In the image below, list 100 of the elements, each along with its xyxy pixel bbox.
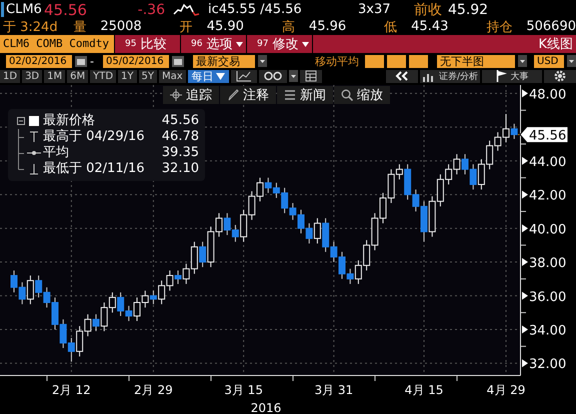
chart-tool-button[interactable]: 缩放: [334, 86, 390, 104]
y-axis-label: 36.00: [522, 290, 566, 305]
date-separator: -: [90, 54, 94, 68]
line-chart-icon: [236, 70, 252, 82]
y-axis-label: 34.00: [522, 323, 566, 338]
pencil-icon: [227, 89, 239, 101]
period-button[interactable]: 1Y: [118, 70, 137, 82]
frequency-dropdown[interactable]: 每日: [188, 70, 229, 82]
double-chevron-icon: [395, 71, 409, 81]
x-axis-label: 3月 15: [224, 383, 263, 397]
sparkline-icon: [173, 2, 201, 18]
dropdown[interactable]: 最新交易: [192, 54, 255, 68]
period-button[interactable]: 3D: [22, 70, 42, 82]
indicator-button[interactable]: [258, 70, 287, 82]
collapse-button[interactable]: [386, 70, 418, 82]
moving-average-label: 移动平均: [315, 54, 359, 68]
y-tick-label: 44.00: [529, 154, 566, 170]
table-icon: [304, 70, 317, 82]
dropdown[interactable]: USD: [534, 54, 564, 68]
stat-label: 高: [282, 18, 295, 36]
y-axis-label: 38.00: [522, 256, 566, 272]
stat-value: 45.96: [308, 19, 346, 34]
period-button[interactable]: 1D: [0, 70, 20, 82]
legend-label: 平均: [43, 145, 70, 161]
prev-close: 45.92: [448, 2, 488, 18]
stat-label: 低: [384, 18, 398, 36]
date-field[interactable]: 05/02/2016: [102, 54, 169, 68]
legend-label: 最新价格: [43, 113, 96, 129]
legend-label: 最低于 02/11/16: [43, 161, 146, 177]
y-axis-label: 42.00: [522, 188, 566, 204]
stat-value: 506690: [526, 19, 576, 34]
stat-value: 45.90: [206, 19, 244, 34]
low-marker-icon: [27, 163, 41, 175]
y-tick-label: 34.00: [529, 323, 566, 338]
high-marker-icon: [27, 131, 41, 143]
action-button[interactable]: 95 比较: [114, 35, 180, 53]
y-tick-label: 36.00: [529, 290, 566, 305]
bid-ask: ic45.55 /45.56: [208, 2, 303, 17]
caret-icon: [288, 70, 298, 82]
caret-icon: [518, 55, 527, 67]
legend-value: 32.10: [162, 161, 199, 177]
action-button[interactable]: 96 选项: [180, 35, 246, 53]
period-button[interactable]: YTD: [90, 70, 116, 82]
ticker: CLM6: [6, 2, 43, 17]
bid-ask-size: 3x37: [358, 2, 392, 17]
period-button[interactable]: 6M: [67, 70, 88, 82]
prev-close-label: 前收: [414, 0, 442, 18]
analysis-button[interactable]: 证券/分析: [420, 70, 480, 82]
date-field[interactable]: 02/02/2016: [6, 54, 72, 68]
last-price-tag: 45.56: [519, 126, 568, 144]
y-tick-label: 38.00: [529, 256, 566, 272]
legend-value: 39.35: [162, 145, 199, 161]
settings-button[interactable]: [544, 70, 576, 82]
period-button[interactable]: 5Y: [138, 70, 158, 82]
legend-value: 46.78: [162, 129, 199, 145]
y-axis-label: 40.00: [522, 222, 566, 238]
dropdown[interactable]: 无下半图: [437, 54, 515, 68]
x-axis-label: 2月 12: [52, 383, 91, 397]
input-field[interactable]: [409, 54, 428, 68]
y-tick-label: 40.00: [529, 222, 566, 238]
caret-icon: [216, 72, 225, 80]
chart-tool-button[interactable]: 注释: [220, 86, 276, 104]
y-axis-label: 44.00: [522, 154, 566, 170]
input-field[interactable]: [365, 54, 384, 68]
stat-value: 45.43: [411, 19, 448, 34]
y-tick-label: 48.00: [529, 87, 566, 102]
list-icon: [284, 89, 296, 101]
price-change: -.36: [136, 2, 165, 18]
chart-tool-button[interactable]: 新闻: [277, 86, 333, 104]
caret-icon: [258, 55, 267, 67]
stat-value: 25008: [100, 19, 142, 34]
chart-tool-button[interactable]: 追踪: [163, 86, 219, 104]
x-axis-title: 2016: [250, 401, 282, 414]
security-field[interactable]: CLM6 COMB Comdty: [0, 35, 114, 53]
caret-icon: [567, 55, 576, 67]
period-button[interactable]: 1M: [44, 70, 66, 82]
calendar-icon: [172, 56, 184, 66]
input-field[interactable]: [387, 54, 406, 68]
settings-icon: [554, 70, 566, 82]
events-button[interactable]: 大事: [482, 70, 542, 82]
ticker-marker: [1, 2, 4, 17]
chart-type-button[interactable]: [230, 70, 257, 82]
period-button[interactable]: Max: [159, 70, 186, 82]
stat-label: 开: [180, 18, 193, 36]
table-button[interactable]: [300, 70, 322, 82]
quote-time: 于 3:24d: [3, 18, 59, 36]
x-axis-label: 2月 29: [134, 383, 173, 397]
indicator-icon: [264, 71, 282, 81]
search-icon: [341, 89, 353, 101]
action-button[interactable]: 97 修改: [246, 35, 312, 53]
legend-value: 45.56: [162, 113, 199, 129]
last-price: 45.56: [44, 0, 88, 18]
stat-label: 量: [73, 18, 86, 36]
caret-icon: [302, 42, 310, 46]
x-axis-label: 4月 15: [404, 383, 444, 397]
crosshair-icon: [170, 89, 182, 101]
y-tick-label: 42.00: [529, 188, 566, 204]
y-tick-label: 32.00: [529, 357, 566, 372]
collapse-icon: [17, 117, 25, 125]
y-axis-label: 32.00: [522, 357, 566, 372]
